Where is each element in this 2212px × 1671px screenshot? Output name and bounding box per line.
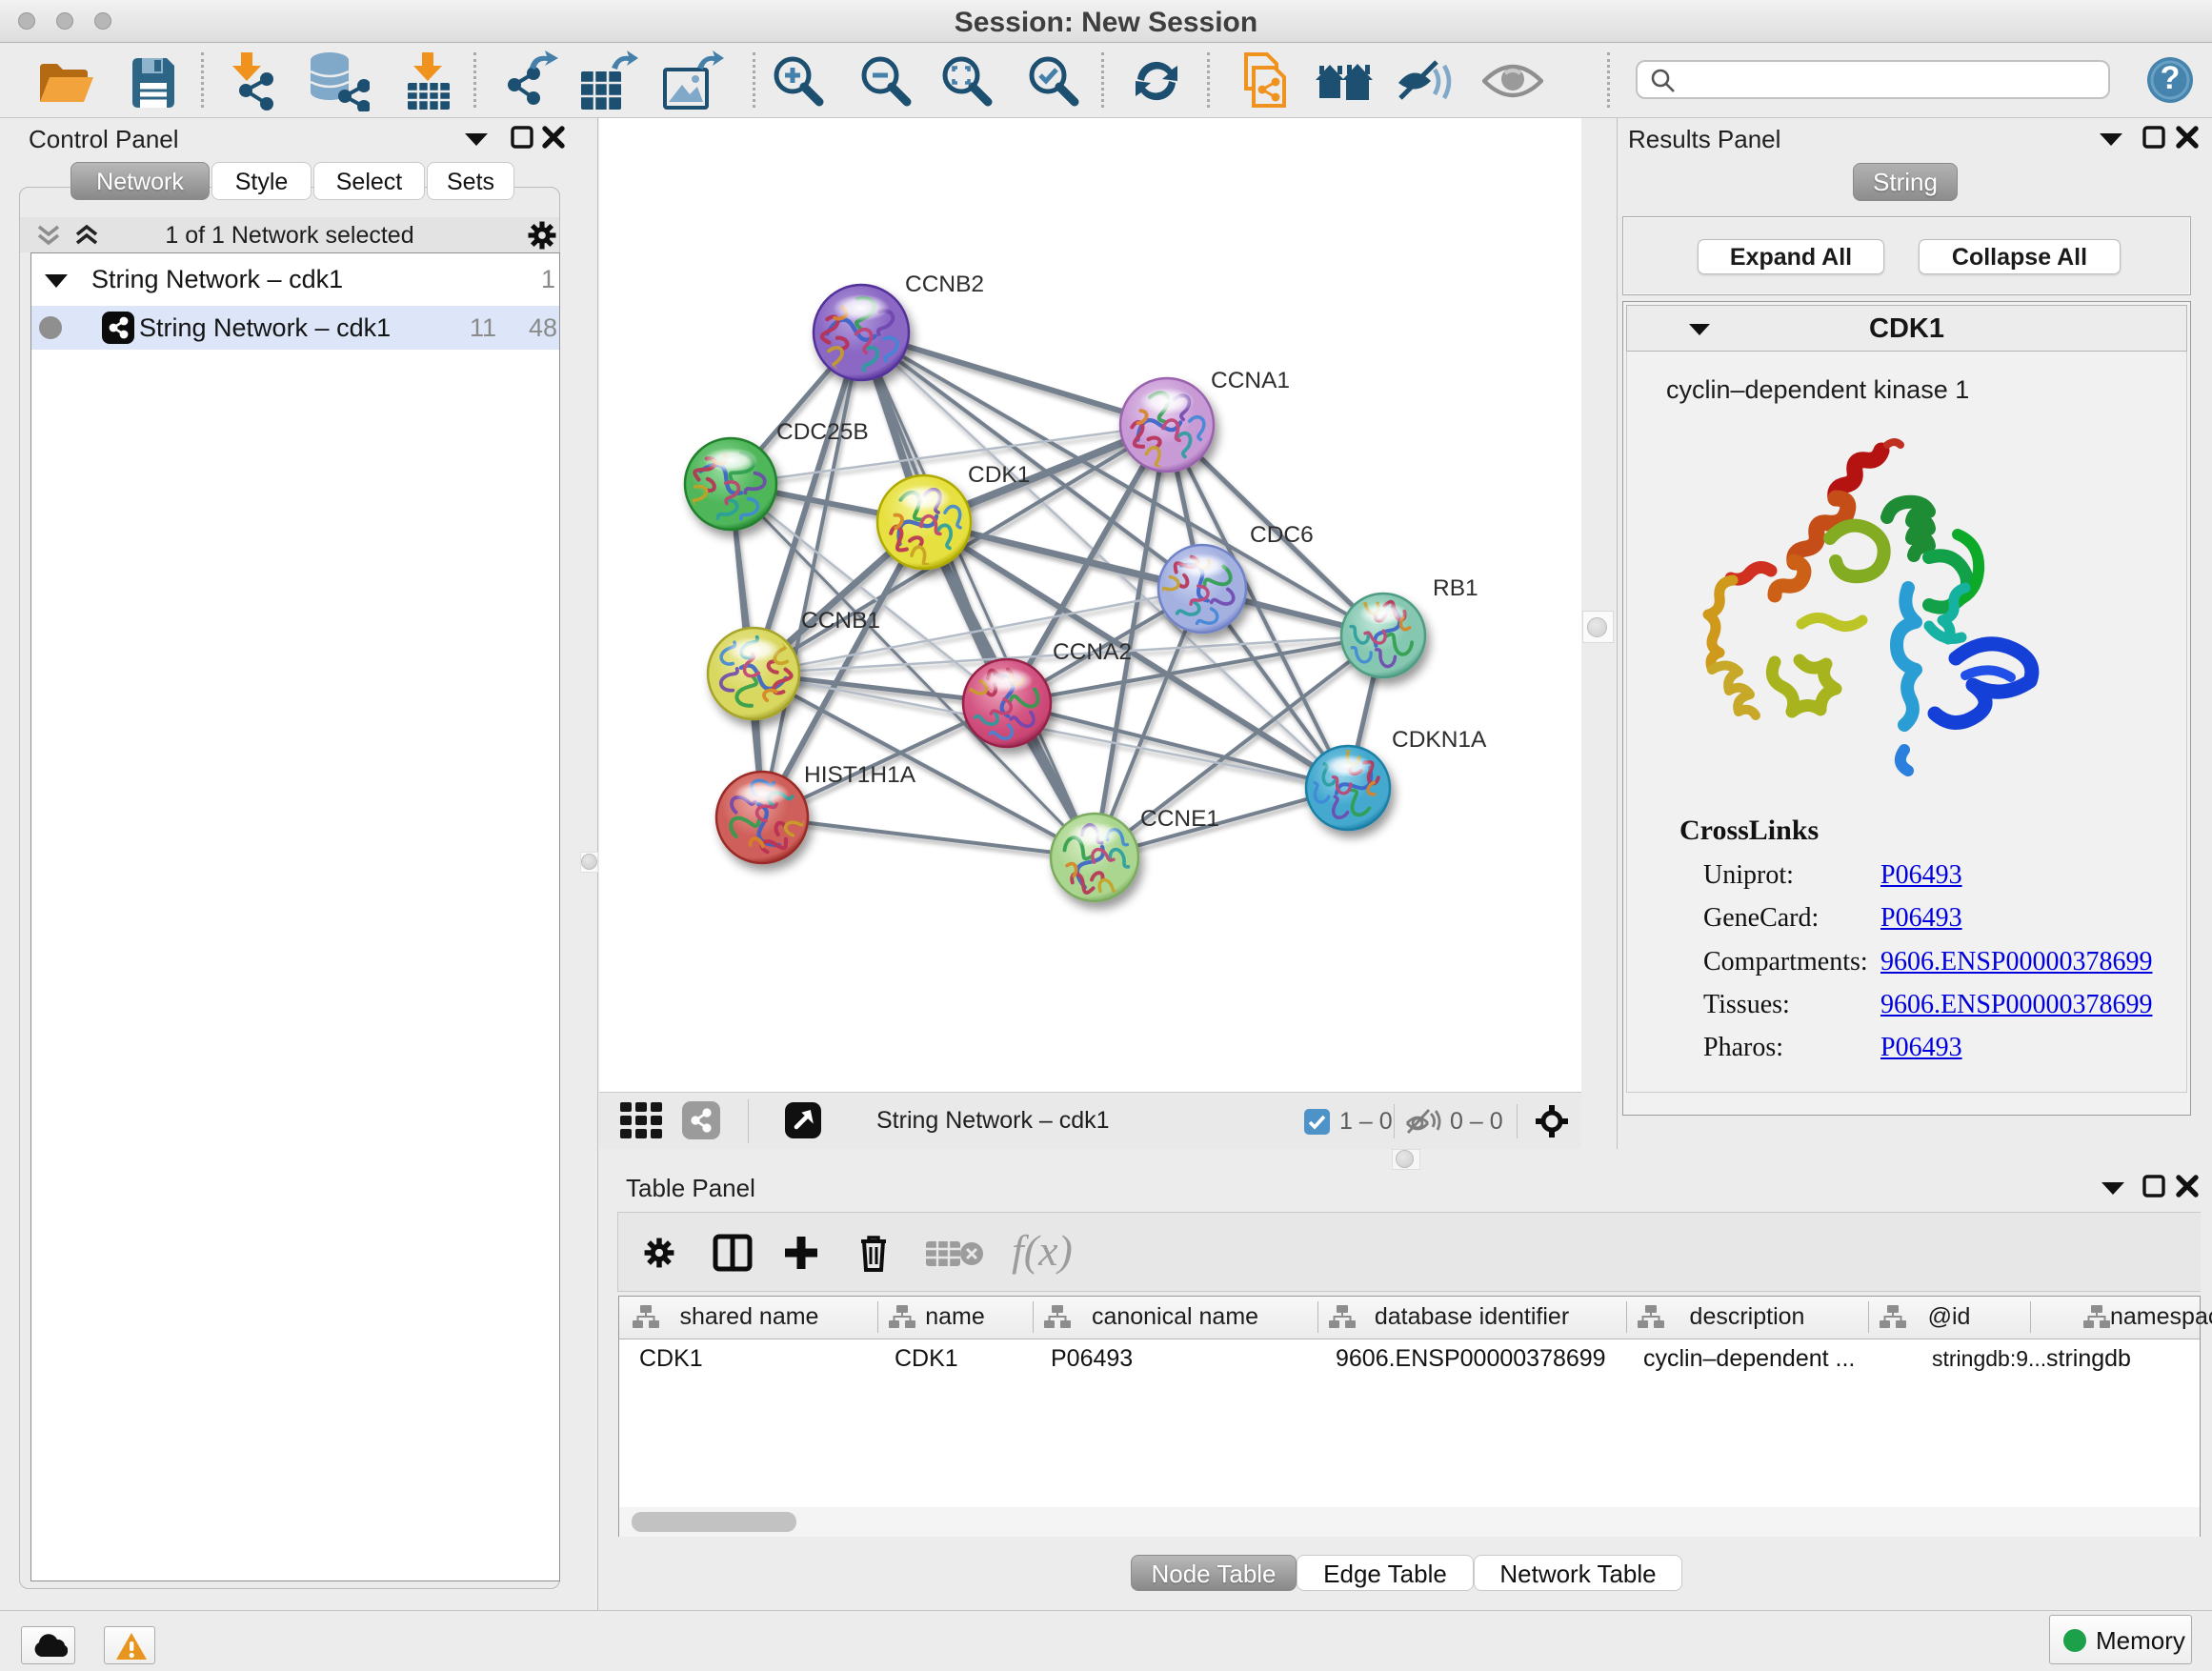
svg-text:CCNE1: CCNE1 bbox=[1140, 806, 1219, 832]
svg-text:HIST1H1A: HIST1H1A bbox=[804, 762, 916, 788]
svg-text:CDKN1A: CDKN1A bbox=[1392, 727, 1487, 753]
svg-text:CCNA2: CCNA2 bbox=[1053, 639, 1132, 665]
svg-text:CCNA1: CCNA1 bbox=[1211, 368, 1290, 393]
svg-text:RB1: RB1 bbox=[1433, 575, 1478, 601]
svg-text:CCNB2: CCNB2 bbox=[905, 272, 984, 297]
svg-text:CDK1: CDK1 bbox=[968, 462, 1030, 488]
svg-text:CDC25B: CDC25B bbox=[776, 419, 869, 445]
svg-text:CCNB1: CCNB1 bbox=[801, 608, 880, 634]
svg-text:CDC6: CDC6 bbox=[1250, 522, 1314, 548]
svg-text:?: ? bbox=[2161, 60, 2181, 96]
